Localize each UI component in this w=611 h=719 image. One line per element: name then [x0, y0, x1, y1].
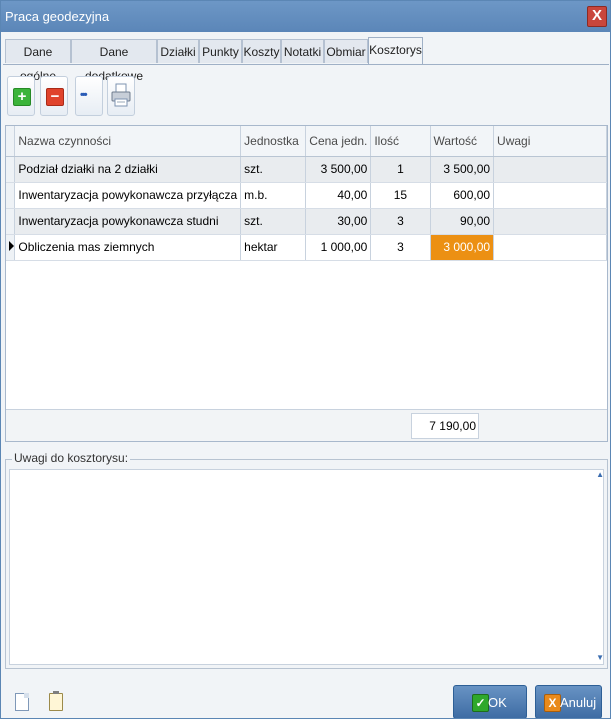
cancel-button[interactable]: X Anuluj [535, 685, 602, 718]
cell-price[interactable]: 1 000,00 [305, 234, 372, 261]
checkmark-icon: ✓ [472, 694, 489, 712]
add-icon: + [13, 88, 31, 106]
summary-row: 7 190,00 [6, 409, 607, 441]
tab-dzialki[interactable]: Działki [157, 39, 199, 63]
cell-value[interactable]: 3 500,00 [430, 156, 495, 183]
close-button[interactable]: X [587, 6, 607, 27]
current-row-arrow-icon [9, 241, 14, 251]
column-header-ilosc[interactable]: Ilość [370, 126, 431, 157]
window-title: Praca geodezyjna [5, 9, 110, 24]
cell-name[interactable]: Obliczenia mas ziemnych [14, 234, 242, 261]
cell-unit[interactable]: szt. [240, 208, 307, 235]
ok-label: OK [488, 695, 507, 710]
move-icon: ••• [80, 89, 87, 101]
tab-koszty[interactable]: Koszty [242, 39, 281, 63]
cell-quantity[interactable]: 15 [370, 182, 431, 209]
cell-unit[interactable]: hektar [240, 234, 307, 261]
tab-dane-dodatkowe[interactable]: Dane dodatkowe [71, 39, 157, 83]
cell-notes[interactable] [493, 182, 607, 209]
table-row[interactable]: Podział działki na 2 działki szt. 3 500,… [6, 156, 607, 183]
cost-table: Nazwa czynności Jednostka Cena jedn. Ilo… [6, 126, 607, 261]
clipboard-icon[interactable] [49, 691, 63, 711]
table-row[interactable]: Inwentaryzacja powykonawcza studni szt. … [6, 208, 607, 235]
cancel-label: Anuluj [560, 695, 597, 710]
header-row-selector [6, 126, 16, 157]
column-header-cena[interactable]: Cena jedn. [305, 126, 372, 157]
cost-grid[interactable]: Nazwa czynności Jednostka Cena jedn. Ilo… [5, 125, 608, 442]
cell-name[interactable]: Podział działki na 2 działki [14, 156, 242, 183]
tab-punkty[interactable]: Punkty [199, 39, 242, 63]
table-header-row: Nazwa czynności Jednostka Cena jedn. Ilo… [6, 126, 607, 157]
cell-price[interactable]: 40,00 [305, 182, 372, 209]
cell-quantity[interactable]: 3 [370, 208, 431, 235]
cell-price[interactable]: 30,00 [305, 208, 372, 235]
scroll-down-arrow-icon[interactable]: ▼ [596, 653, 604, 662]
cell-price[interactable]: 3 500,00 [305, 156, 372, 183]
cell-value[interactable]: 90,00 [430, 208, 495, 235]
column-header-jednostka[interactable]: Jednostka [240, 126, 307, 157]
add-row-button[interactable]: + [7, 76, 35, 116]
table-row-selected[interactable]: Obliczenia mas ziemnych hektar 1 000,00 … [6, 234, 607, 261]
tab-dane-ogolne[interactable]: Dane ogólne [5, 39, 71, 83]
cell-unit[interactable]: szt. [240, 156, 307, 183]
tab-kosztorys[interactable]: Kosztorys [368, 37, 423, 65]
remove-icon: − [46, 88, 64, 106]
row-selector[interactable] [6, 208, 16, 235]
cell-value[interactable]: 600,00 [430, 182, 495, 209]
row-selector-current[interactable] [6, 234, 16, 261]
column-header-wartosc[interactable]: Wartość [430, 126, 495, 157]
move-row-button[interactable]: ••• [75, 76, 103, 116]
cell-unit[interactable]: m.b. [240, 182, 307, 209]
cell-name[interactable]: Inwentaryzacja powykonawcza przyłącza [14, 182, 242, 209]
column-header-nazwa[interactable]: Nazwa czynności [14, 126, 242, 157]
table-row[interactable]: Inwentaryzacja powykonawcza przyłącza m.… [6, 182, 607, 209]
dialog-window: Praca geodezyjna X Dane ogólne Dane doda… [0, 0, 611, 719]
cell-notes[interactable] [493, 156, 607, 183]
row-selector[interactable] [6, 156, 16, 183]
tab-obmiar[interactable]: Obmiar [324, 39, 368, 63]
notes-group: Uwagi do kosztorysu: ▲ ▼ [5, 451, 608, 669]
scroll-up-arrow-icon[interactable]: ▲ [596, 470, 604, 479]
tab-divider [3, 64, 609, 65]
ok-button[interactable]: ✓ OK [453, 685, 527, 718]
cell-quantity[interactable]: 1 [370, 156, 431, 183]
cell-name[interactable]: Inwentaryzacja powykonawcza studni [14, 208, 242, 235]
row-selector[interactable] [6, 182, 16, 209]
total-value: 7 190,00 [411, 413, 479, 439]
printer-icon [111, 83, 131, 107]
cell-quantity[interactable]: 3 [370, 234, 431, 261]
remove-row-button[interactable]: − [40, 76, 68, 116]
column-header-uwagi[interactable]: Uwagi [493, 126, 607, 157]
cancel-x-icon: X [544, 694, 561, 712]
notes-textarea[interactable] [9, 469, 604, 665]
print-button[interactable] [107, 76, 135, 116]
cell-value-selected[interactable]: 3 000,00 [430, 234, 495, 261]
notes-legend: Uwagi do kosztorysu: [12, 451, 131, 465]
title-bar[interactable]: Praca geodezyjna X [1, 1, 610, 32]
cell-notes[interactable] [493, 208, 607, 235]
tab-notatki[interactable]: Notatki [281, 39, 324, 63]
document-icon[interactable] [15, 693, 29, 711]
cell-notes[interactable] [493, 234, 607, 261]
